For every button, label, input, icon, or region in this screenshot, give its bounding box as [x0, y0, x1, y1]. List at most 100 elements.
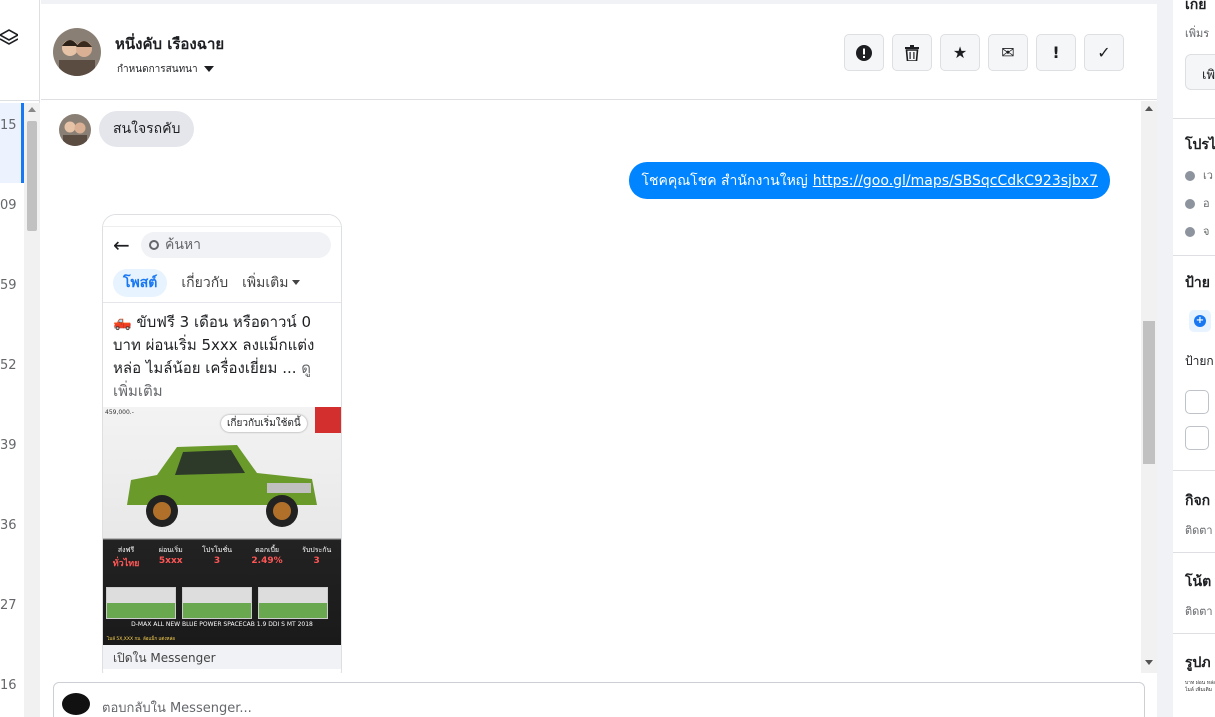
tab-more: เพิ่มเติม [242, 272, 301, 294]
pickup-truck-illustration [127, 445, 317, 527]
list-scrollbar[interactable] [24, 103, 40, 717]
contact-name[interactable]: หนึ่งคับ เรืองฉาย [115, 32, 224, 56]
profile-row-text: จ [1203, 225, 1210, 238]
conversation-time: 15 [0, 118, 17, 133]
open-in-messenger[interactable]: เปิดใน Messenger [103, 645, 341, 669]
checkmark-icon: ✓ [1097, 43, 1111, 62]
scroll-thumb[interactable] [27, 121, 37, 231]
promo-stat: รับประกัน 3 [302, 545, 331, 585]
inbox-app: 15 09 59 52 39 36 27 16 หนึ่งคับ เรืองฉา… [0, 0, 1215, 717]
location-pin-icon [1185, 199, 1195, 209]
list-divider [0, 100, 40, 101]
chevron-down-icon [203, 66, 214, 72]
promo-stat-label: ดอกเบี้ย [255, 546, 279, 554]
reply-placeholder: ตอบกลับใน Messenger... [102, 701, 252, 716]
alert-circle-icon [856, 44, 872, 61]
mark-done-button[interactable]: ✓ [1084, 34, 1124, 71]
tab-about: เกี่ยวกับ [181, 274, 229, 291]
notes-section-title: โน้ต [1185, 574, 1212, 590]
panel-divider [1173, 255, 1215, 256]
scroll-up-arrow[interactable] [28, 107, 36, 112]
back-arrow-icon: ← [113, 233, 130, 257]
notes-subtitle: ติดตา [1185, 605, 1213, 618]
conversation-time: 09 [0, 198, 17, 213]
search-icon [149, 240, 159, 250]
add-label-button[interactable]: + [1189, 310, 1211, 332]
promo-stat-value: 2.49% [251, 556, 283, 566]
phone-status-bar [103, 215, 341, 227]
plus-icon: + [1194, 315, 1206, 327]
exclamation-icon: ! [1052, 43, 1060, 62]
maps-link[interactable]: https://goo.gl/maps/SBSqcCdkC923sjbx7 [813, 173, 1098, 189]
promo-stat: โปรโมชั่น 3 [202, 545, 232, 585]
tab-posts: โพสต์ [113, 268, 168, 297]
labels-section-title: ป้าย [1185, 275, 1210, 291]
conversation-time: 16 [0, 678, 17, 693]
scroll-thumb[interactable] [1143, 321, 1155, 464]
page-logo-icon [62, 693, 90, 715]
trash-icon [905, 44, 919, 61]
profile-row-text: อ [1203, 197, 1210, 210]
thread-scrollbar[interactable] [1141, 101, 1157, 673]
profile-row-text: เว [1203, 169, 1213, 182]
contact-avatar[interactable] [53, 28, 101, 76]
activity-subtitle: ติดตา [1185, 524, 1213, 537]
conversation-time: 39 [0, 438, 17, 453]
mark-spam-button[interactable] [844, 34, 884, 71]
image-contact-line: ไมล์ 5X,XXX กม. ล้อแม็ก แต่งหล่อ [107, 637, 175, 642]
truck-thumbnail [106, 587, 176, 619]
image-tag: เกี่ยวกับเริ่มใช้ตนี้ [221, 415, 307, 432]
panel-add-button[interactable]: เพิ [1185, 54, 1215, 90]
incoming-message: สนใจรถคับ [99, 111, 195, 147]
promo-stat-label: รับประกัน [302, 546, 332, 554]
truck-thumbnail [258, 587, 328, 619]
truck-thumbnail [182, 587, 252, 619]
panel-top-title: เกย [1185, 0, 1207, 13]
mark-unread-button[interactable]: ✉ [988, 34, 1028, 71]
conversation-header: หนึ่งคับ เรืองฉาย กำหนดการสนทนา ★ ✉ ! ✓ [41, 0, 1157, 100]
assign-conversation-dropdown[interactable]: กำหนดการสนทนา [117, 62, 214, 77]
layers-icon[interactable] [0, 28, 18, 48]
promo-stat-value: 3 [213, 556, 221, 566]
label-checkbox[interactable] [1185, 426, 1209, 450]
promo-stat-value: ทั่วไทย [112, 559, 140, 569]
post-image: 459,000.- เกี่ยวกับเริ่มใช้ตนี้ ส่งฟรี ทั… [103, 407, 341, 645]
promo-stat-value: 3 [313, 556, 320, 566]
scroll-up-arrow[interactable] [1145, 106, 1153, 111]
profile-section-title: โปรไ [1185, 137, 1215, 153]
activity-section-title: กิจก [1185, 493, 1211, 509]
shared-post-card[interactable]: ← ค้นหา โพสต์ เกี่ยวกับ เพิ่มเติม 🛻 ขับฟ… [102, 214, 342, 673]
star-icon: ★ [952, 43, 968, 62]
outgoing-message: โชคคุณโชค สำนักงานใหญ่ https://goo.gl/ma… [629, 162, 1110, 199]
promo-stat-value: 5xxx [158, 556, 183, 566]
image-price: 459,000.- [105, 409, 134, 416]
contact-details-panel: เกย เพิ่มร เพิ โปรไ เว อ จ ป้าย + ป้ายก … [1173, 0, 1215, 717]
post-tabs: โพสต์ เกี่ยวกับ เพิ่มเติม [103, 263, 341, 303]
panel-divider [1173, 633, 1215, 634]
panel-divider [1173, 118, 1215, 119]
sender-avatar [59, 114, 91, 146]
star-button[interactable]: ★ [940, 34, 980, 71]
follow-up-button[interactable]: ! [1036, 34, 1076, 71]
labels-subtitle: ป้ายก [1185, 354, 1214, 368]
chevron-down-icon [292, 280, 301, 285]
scroll-down-arrow[interactable] [1145, 660, 1153, 665]
panel-top-subtitle: เพิ่มร [1185, 27, 1210, 40]
panel-gap [1157, 0, 1173, 717]
message-thread: สนใจรถคับ โชคคุณโชค สำนักงานใหญ่ https:/… [41, 101, 1141, 673]
profile-row: เว [1185, 166, 1213, 184]
reply-composer[interactable]: ตอบกลับใน Messenger... [53, 682, 1145, 717]
image-thumbnails [106, 587, 328, 619]
conversation-time: 27 [0, 598, 17, 613]
promo-stat: ดอกเบี้ย 2.49% [251, 545, 282, 585]
promo-stat: ผ่อนเริ่ม 5xxx [159, 545, 183, 585]
envelope-icon: ✉ [1001, 43, 1015, 62]
label-checkbox[interactable] [1185, 390, 1209, 414]
delete-button[interactable] [892, 34, 932, 71]
outgoing-message-text: โชคคุณโชค สำนักงานใหญ่ [641, 172, 808, 189]
promo-stat: ส่งฟรี ทั่วไทย [113, 545, 140, 585]
conversation-list: 15 09 59 52 39 36 27 16 [0, 0, 40, 717]
photo-thumbnail[interactable]: บาท ผ่อน หล่อ ไมล์ เพิ่มเติม [1185, 680, 1215, 717]
post-body: 🛻 ขับฟรี 3 เดือน หรือดาวน์ 0 บาท ผ่อนเริ… [113, 313, 315, 377]
image-model-caption: D-MAX ALL NEW BLUE POWER SPACECAB 1.9 DD… [131, 621, 313, 628]
